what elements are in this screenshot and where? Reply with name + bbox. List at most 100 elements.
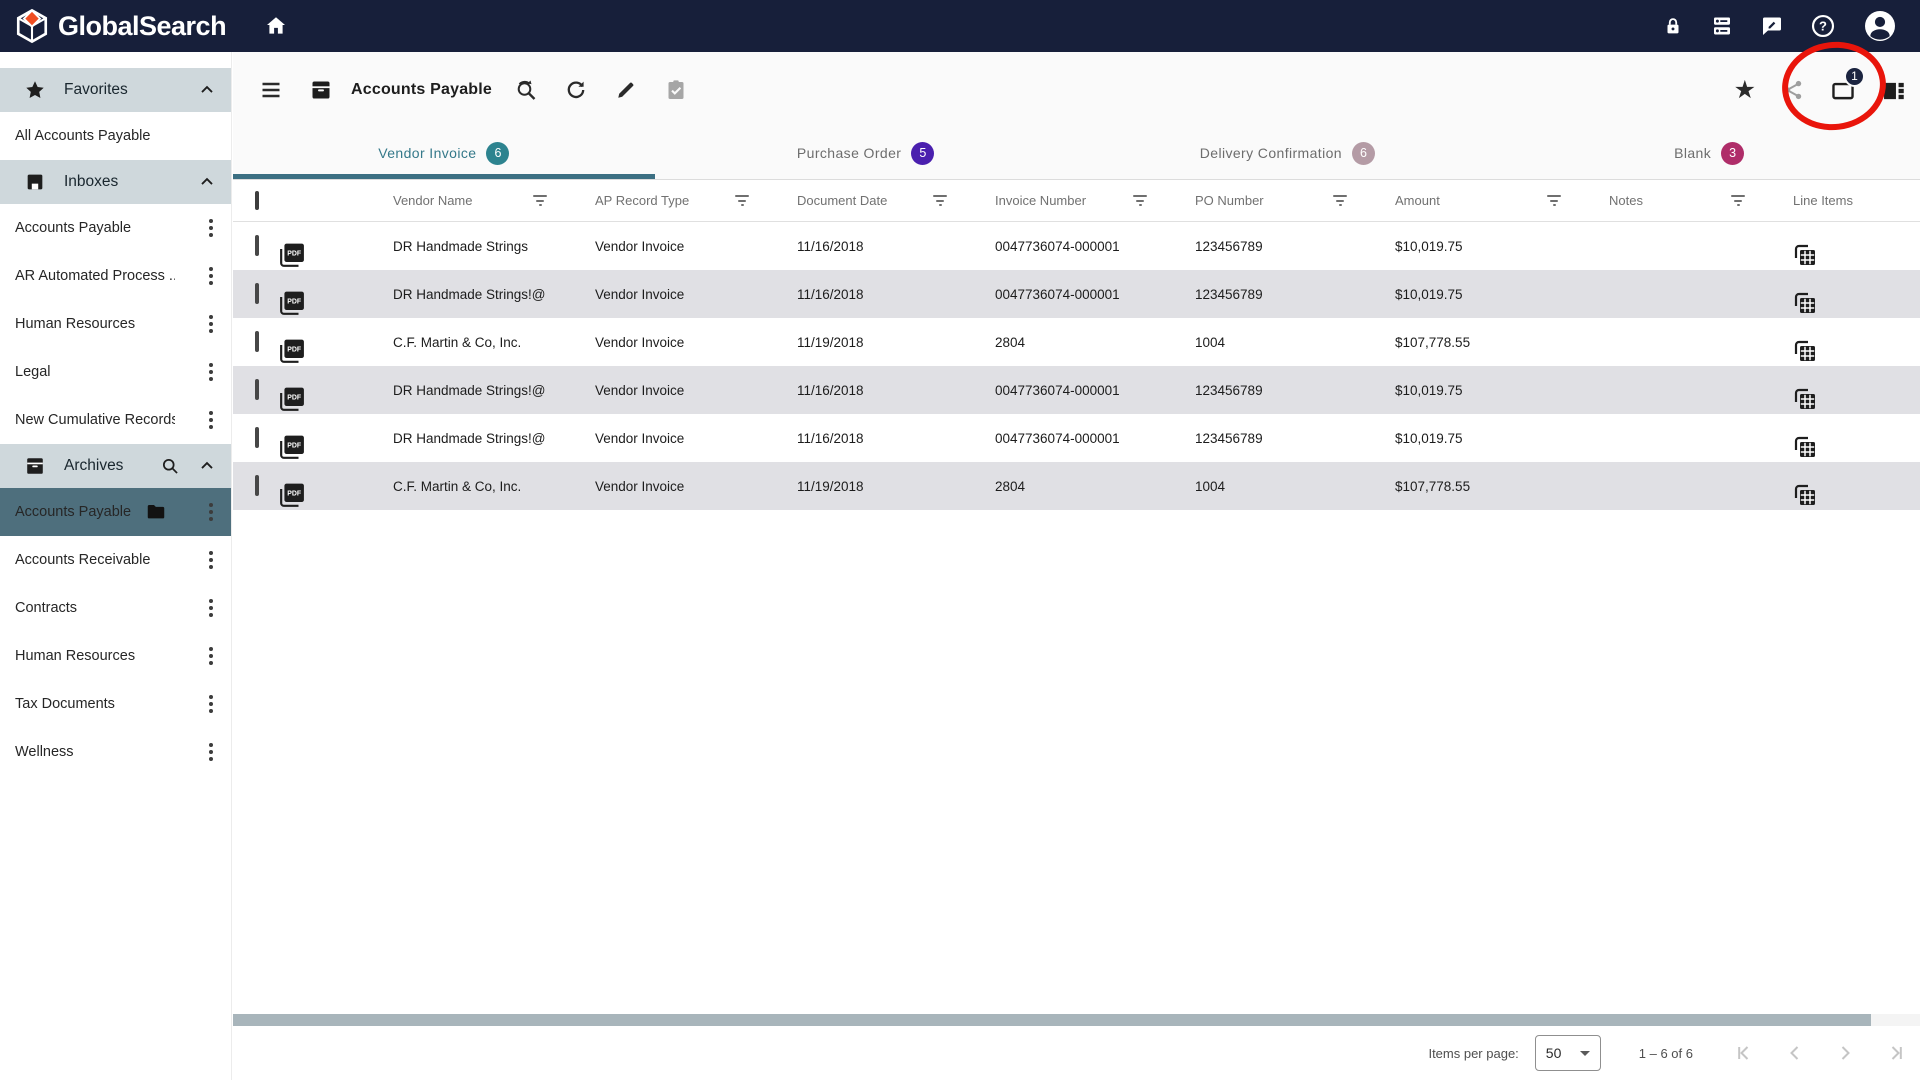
sidebar-section-favorites[interactable]: Favorites — [0, 68, 231, 112]
filter-icon[interactable] — [529, 191, 551, 210]
filter-icon[interactable] — [731, 191, 753, 210]
filter-icon[interactable] — [1129, 191, 1151, 210]
sidebar-item-archive-accounts-receivable[interactable]: Accounts Receivable — [0, 536, 231, 584]
items-per-page-label: Items per page: — [1428, 1046, 1518, 1061]
sidebar-item-inbox-new-cumulative-records[interactable]: New Cumulative Records — [0, 396, 231, 444]
line-items-icon[interactable] — [1793, 387, 1920, 411]
previous-page-icon[interactable] — [1783, 1041, 1807, 1065]
pdf-icon[interactable]: PDF — [279, 242, 393, 268]
edit-icon[interactable] — [614, 78, 638, 102]
favorite-star-icon[interactable]: ★ — [1734, 78, 1756, 102]
row-checkbox[interactable] — [255, 331, 259, 352]
more-options-icon[interactable] — [201, 641, 221, 671]
pdf-icon[interactable]: PDF — [279, 338, 393, 364]
view-switch-icon[interactable] — [1881, 78, 1905, 102]
filter-icon[interactable] — [1727, 191, 1749, 210]
page-size-value: 50 — [1546, 1045, 1562, 1061]
collapse-icon[interactable] — [197, 172, 217, 192]
folder-icon — [145, 501, 167, 523]
sidebar-item-all-accounts-payable[interactable]: All Accounts Payable — [0, 112, 231, 160]
row-checkbox[interactable] — [255, 283, 259, 304]
tab-blank[interactable]: Blank 3 — [1498, 127, 1920, 179]
collapse-icon[interactable] — [197, 80, 217, 100]
checked-out-documents-icon[interactable]: 1 — [1830, 77, 1856, 103]
column-label: Vendor Name — [393, 193, 473, 208]
lock-icon[interactable] — [1662, 15, 1684, 37]
more-options-icon[interactable] — [201, 357, 221, 387]
page-size-select[interactable]: 50 — [1535, 1035, 1601, 1071]
sidebar-item-archive-contracts[interactable]: Contracts — [0, 584, 231, 632]
first-page-icon[interactable] — [1733, 1041, 1757, 1065]
cell-po-number: 123456789 — [1195, 383, 1395, 398]
more-options-icon[interactable] — [201, 309, 221, 339]
pdf-icon[interactable]: PDF — [279, 386, 393, 412]
table-row[interactable]: PDF DR Handmade Strings!@ Vendor Invoice… — [233, 366, 1920, 414]
account-avatar-icon[interactable] — [1862, 8, 1898, 44]
line-items-icon[interactable] — [1793, 243, 1920, 267]
more-options-icon[interactable] — [201, 261, 221, 291]
more-options-icon[interactable] — [201, 689, 221, 719]
more-options-icon[interactable] — [201, 545, 221, 575]
sidebar-item-inbox-human-resources[interactable]: Human Resources — [0, 300, 231, 348]
menu-icon[interactable] — [259, 78, 283, 102]
sidebar-item-archive-tax-documents[interactable]: Tax Documents — [0, 680, 231, 728]
next-page-icon[interactable] — [1833, 1041, 1857, 1065]
select-all-checkbox[interactable] — [255, 191, 259, 210]
last-page-icon[interactable] — [1883, 1041, 1907, 1065]
feedback-icon[interactable] — [1760, 14, 1784, 38]
line-items-icon[interactable] — [1793, 483, 1920, 507]
more-options-icon[interactable] — [201, 405, 221, 435]
row-checkbox[interactable] — [255, 427, 259, 448]
sidebar-item-archive-human-resources[interactable]: Human Resources — [0, 632, 231, 680]
table-row[interactable]: PDF C.F. Martin & Co, Inc. Vendor Invoic… — [233, 462, 1920, 510]
filter-icon[interactable] — [1329, 191, 1351, 210]
pdf-icon[interactable]: PDF — [279, 434, 393, 460]
svg-text:?: ? — [1819, 19, 1827, 34]
collapse-icon[interactable] — [197, 456, 217, 476]
help-icon[interactable]: ? — [1810, 13, 1836, 39]
horizontal-scrollbar-thumb[interactable] — [233, 1014, 1871, 1026]
line-items-icon[interactable] — [1793, 435, 1920, 459]
sidebar-item-inbox-legal[interactable]: Legal — [0, 348, 231, 396]
pdf-icon[interactable]: PDF — [279, 290, 393, 316]
more-options-icon[interactable] — [201, 737, 221, 767]
table-row[interactable]: PDF DR Handmade Strings Vendor Invoice 1… — [233, 222, 1920, 270]
sidebar-item-archive-wellness[interactable]: Wellness — [0, 728, 231, 776]
cell-document-date: 11/16/2018 — [797, 239, 995, 254]
refine-search-icon[interactable] — [514, 78, 538, 102]
sidebar-item-archive-accounts-payable[interactable]: Accounts Payable — [0, 488, 231, 536]
table-row[interactable]: PDF C.F. Martin & Co, Inc. Vendor Invoic… — [233, 318, 1920, 366]
cell-po-number: 123456789 — [1195, 431, 1395, 446]
table-row[interactable]: PDF DR Handmade Strings!@ Vendor Invoice… — [233, 270, 1920, 318]
sidebar-item-inbox-ar-automated-process[interactable]: AR Automated Process ... — [0, 252, 231, 300]
archive-icon — [309, 78, 333, 102]
line-items-icon[interactable] — [1793, 291, 1920, 315]
filter-icon[interactable] — [929, 191, 951, 210]
svg-text:PDF: PDF — [287, 443, 301, 450]
home-icon[interactable] — [264, 14, 288, 38]
filter-icon[interactable] — [1543, 191, 1565, 210]
table-row[interactable]: PDF DR Handmade Strings!@ Vendor Invoice… — [233, 414, 1920, 462]
more-options-icon[interactable] — [201, 213, 221, 243]
sidebar-section-inboxes[interactable]: Inboxes — [0, 160, 231, 204]
more-options-icon[interactable] — [201, 497, 221, 527]
sidebar-item-inbox-accounts-payable[interactable]: Accounts Payable — [0, 204, 231, 252]
row-checkbox[interactable] — [255, 379, 259, 400]
more-options-icon[interactable] — [201, 593, 221, 623]
server-list-icon[interactable] — [1710, 14, 1734, 38]
column-label: Amount — [1395, 193, 1440, 208]
tab-delivery-confirmation[interactable]: Delivery Confirmation 6 — [1077, 127, 1499, 179]
search-icon[interactable] — [160, 456, 181, 477]
line-items-icon[interactable] — [1793, 339, 1920, 363]
sidebar-section-archives[interactable]: Archives — [0, 444, 231, 488]
row-checkbox[interactable] — [255, 475, 259, 496]
tab-purchase-order[interactable]: Purchase Order 5 — [655, 127, 1077, 179]
svg-text:PDF: PDF — [287, 251, 301, 258]
pdf-icon[interactable]: PDF — [279, 482, 393, 508]
globalsearch-logo-icon — [14, 8, 50, 44]
tab-vendor-invoice[interactable]: Vendor Invoice 6 — [233, 127, 655, 179]
cell-vendor-name: C.F. Martin & Co, Inc. — [393, 479, 595, 494]
refresh-icon[interactable] — [564, 78, 588, 102]
share-icon[interactable] — [1781, 78, 1805, 102]
row-checkbox[interactable] — [255, 235, 259, 256]
